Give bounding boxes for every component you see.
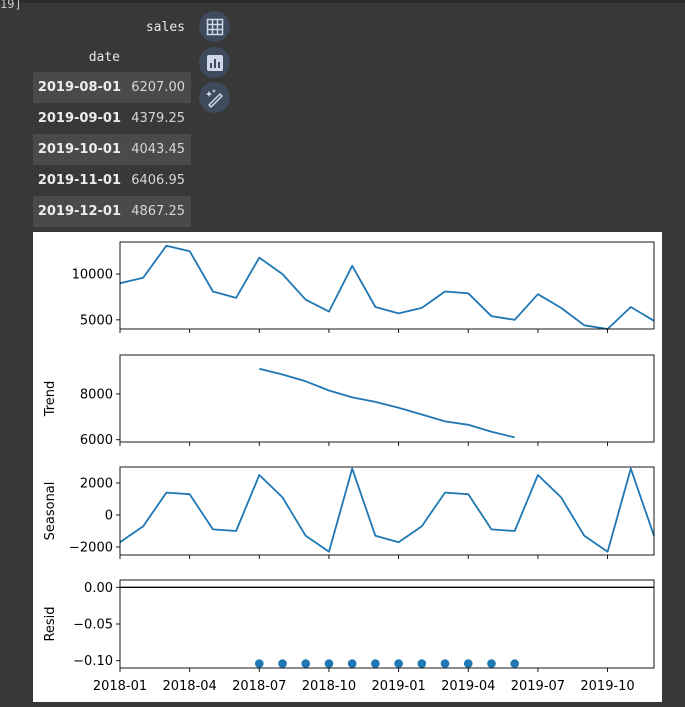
index-name: date [88,49,120,65]
chart-icon [206,54,223,71]
observed-series-line [119,244,655,330]
generate-code-button[interactable] [199,82,230,113]
y-tick-label: 6000 [80,433,113,448]
y-tick-label: 2000 [80,477,113,492]
y-axis-label-seasonal: Seasonal [43,482,58,541]
row-value: 6207.00 [131,80,185,95]
x-tick-label: 2018-07 [232,679,286,694]
x-tick-label: 2019-04 [441,679,495,694]
resid-point [347,659,357,668]
row-index: 2019-10-01 [37,142,121,157]
row-value: 4379.25 [131,111,185,126]
resid-point [278,659,287,668]
convert-to-table-button[interactable] [199,11,230,42]
y-tick-label: 8000 [80,387,113,402]
x-tick-label: 2019-01 [371,679,425,694]
resid-point [440,659,450,668]
column-header-sales: sales [145,19,185,35]
x-tick-label: 2018-01 [93,679,147,694]
seasonal-series-line [119,467,655,553]
decomposition-chart: 5000 10000 6000 8000 Trend −2000 0 2000 Seasonal… [43,241,655,694]
decomposition-figure: 5000 10000 6000 8000 Trend −2000 0 2000 Seasonal… [33,232,662,702]
blank-header [33,12,123,42]
table-icon [206,18,223,35]
table-row: 2019-08-01 6207.00 [33,72,191,103]
resid-point [301,659,311,668]
x-tick-label: 2018-10 [302,679,356,694]
dataframe-table: sales date 2019-08-01 6207.00 2019-09-01… [33,12,191,227]
suggest-charts-button[interactable] [199,47,230,78]
x-tick-label: 2018-04 [162,679,216,694]
table-row: 2019-09-01 4379.25 [33,103,191,134]
table-row: 2019-11-01 6406.95 [33,165,191,196]
row-index: 2019-11-01 [37,173,121,188]
table-row: 2019-10-01 4043.45 [33,134,191,165]
row-index: 2019-08-01 [37,80,121,95]
row-index: 2019-12-01 [37,204,121,219]
panel-frame [119,241,655,330]
resid-point [394,659,403,668]
resid-point [510,659,519,668]
x-tick-label: 2019-10 [580,679,634,694]
magic-wand-icon [205,88,223,108]
panel-frame [119,579,655,669]
row-value: 4043.45 [131,142,185,157]
row-value: 6406.95 [131,173,185,188]
resid-point [324,659,334,668]
y-tick-label: 5000 [80,313,113,328]
y-tick-label: −0.05 [73,618,113,633]
x-tick-label: 2019-07 [511,679,565,694]
trend-series-line [259,367,515,439]
y-tick-label: −0.10 [73,654,113,669]
execution-count: 19] [0,0,22,11]
y-tick-label: −2000 [69,541,113,556]
resid-point [371,659,380,668]
y-tick-label: 10000 [72,268,113,283]
row-value: 4867.25 [131,204,185,219]
resid-point [463,659,473,668]
y-tick-label: 0 [105,509,113,524]
row-index: 2019-09-01 [37,111,121,126]
y-axis-label-resid: Resid [43,606,58,641]
y-axis-label-trend: Trend [43,381,58,418]
table-row: 2019-12-01 4867.25 [33,196,191,227]
resid-point [255,659,264,668]
y-tick-label: 0.00 [84,581,113,596]
panel-frame [119,354,655,443]
cell-top-border [0,0,685,3]
resid-point [417,659,427,668]
resid-point [487,659,496,668]
